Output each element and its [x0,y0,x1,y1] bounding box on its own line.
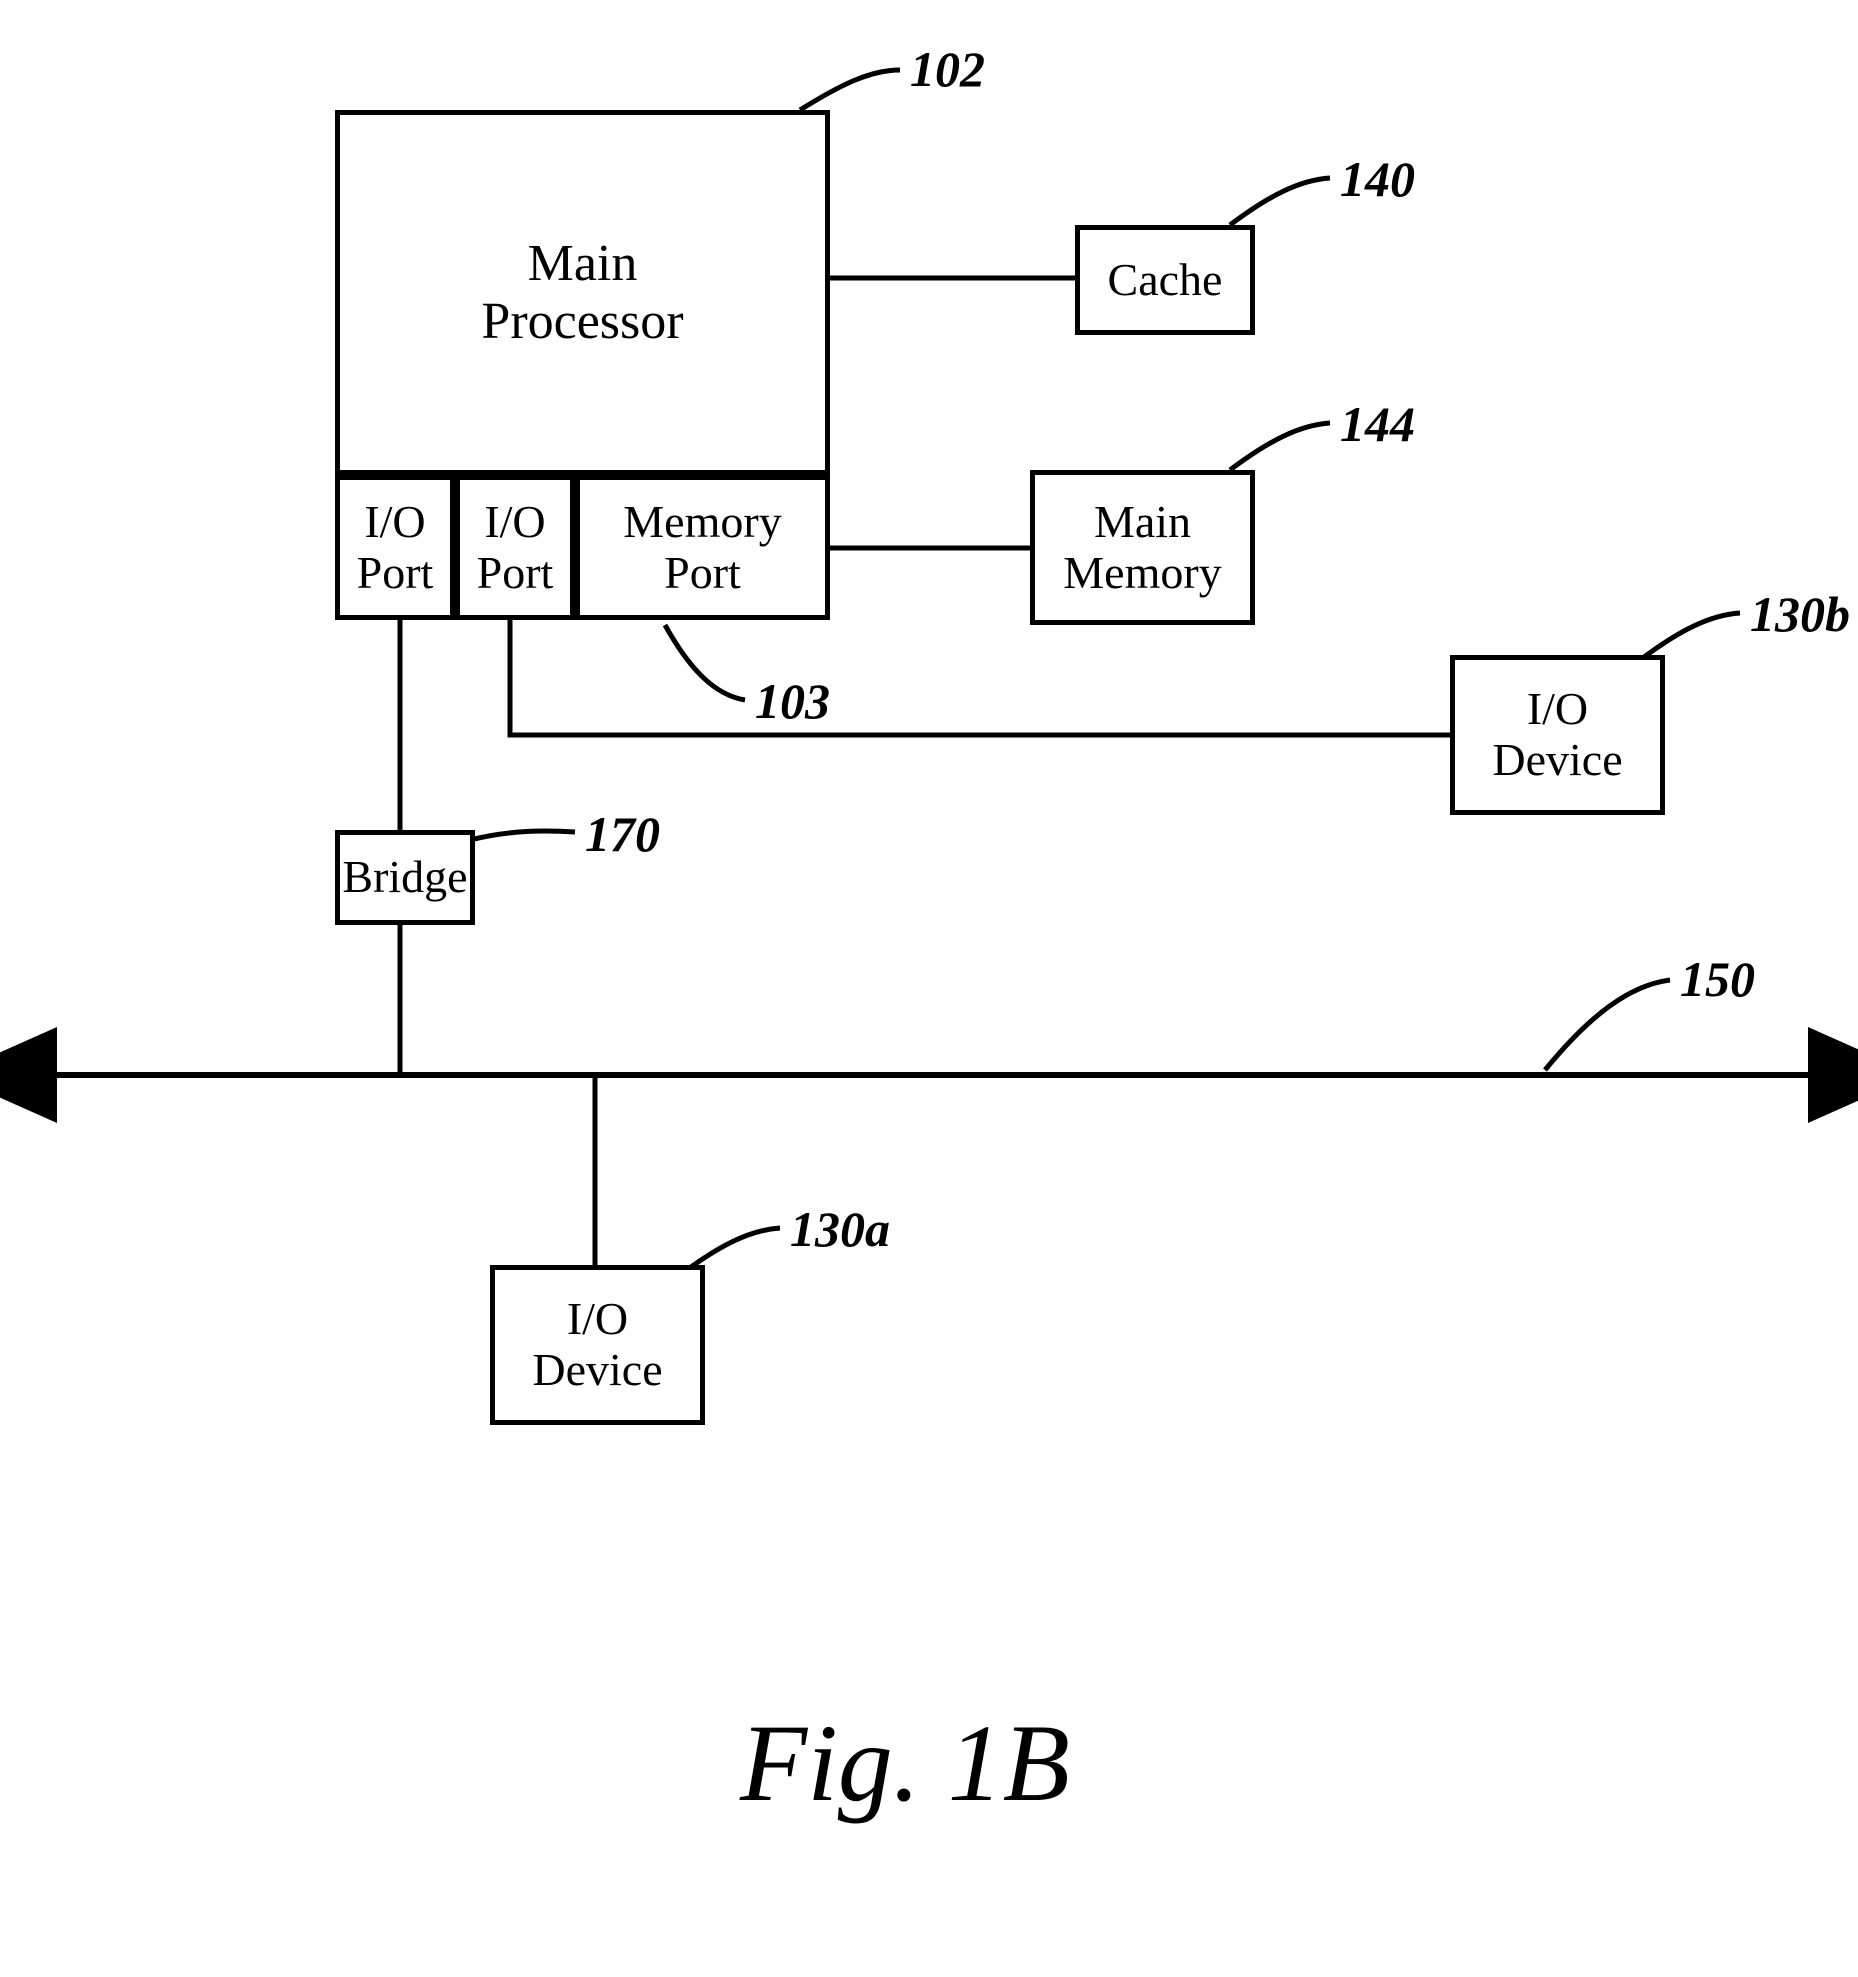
io-port-1-label: I/O Port [357,497,434,598]
cache-label: Cache [1108,255,1223,306]
ref-150: 150 [1680,950,1755,1008]
io-device-b-block: I/O Device [1450,655,1665,815]
memory-port-label: Memory Port [623,497,781,598]
ref-130a: 130a [790,1200,890,1258]
bridge-block: Bridge [335,830,475,925]
ref-130b: 130b [1750,585,1850,643]
ref-103: 103 [755,672,830,730]
memory-port-block: Memory Port [575,475,830,620]
io-device-a-label: I/O Device [532,1294,662,1395]
main-processor-block: Main Processor [335,110,830,475]
bridge-label: Bridge [342,852,467,903]
ref-170: 170 [585,805,660,863]
ref-140: 140 [1340,150,1415,208]
connectors [0,0,1858,1977]
figure-canvas: Main Processor I/O Port I/O Port Memory … [0,0,1858,1977]
ref-102: 102 [910,40,985,98]
main-memory-block: Main Memory [1030,470,1255,625]
ref-144: 144 [1340,395,1415,453]
io-port-1-block: I/O Port [335,475,455,620]
io-device-a-block: I/O Device [490,1265,705,1425]
io-device-b-label: I/O Device [1492,684,1622,785]
main-processor-label: Main Processor [481,235,683,349]
cache-block: Cache [1075,225,1255,335]
io-port-2-label: I/O Port [477,497,554,598]
io-port-2-block: I/O Port [455,475,575,620]
main-memory-label: Main Memory [1063,497,1221,598]
figure-caption: Fig. 1B [740,1700,1070,1827]
